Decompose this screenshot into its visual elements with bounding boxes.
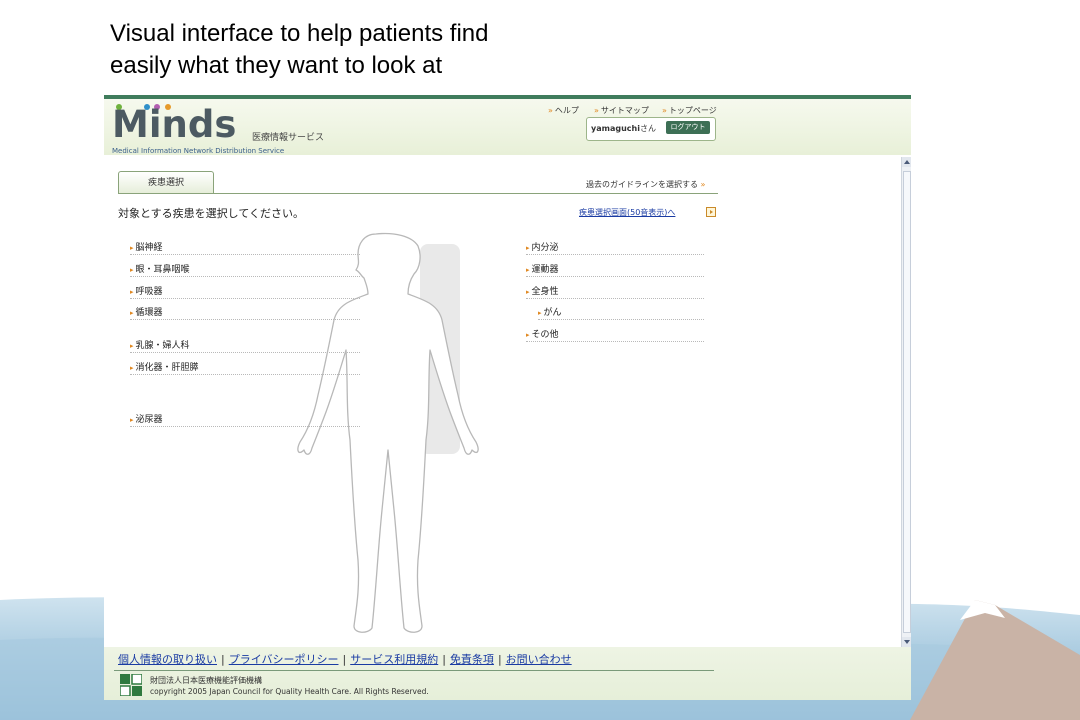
category-link-systemic[interactable]: ▸ 全身性	[526, 284, 704, 299]
tab-disease-selection[interactable]: 疾患選択	[118, 171, 214, 194]
footer-link-terms-of-service[interactable]: サービス利用規約	[350, 653, 438, 666]
header-nav: » ヘルプ » サイトマップ » トップページ	[544, 105, 911, 117]
triangle-arrow-icon: ▸	[538, 309, 542, 317]
category-link-respiratory[interactable]: ▸ 呼吸器	[130, 284, 360, 299]
category-link-other[interactable]: ▸ その他	[526, 327, 704, 342]
footer-rule	[114, 670, 714, 671]
user-greeting: yamaguchiさん	[591, 124, 656, 133]
category-link-urology[interactable]: ▸ 泌尿器	[130, 412, 360, 427]
double-chevron-icon: »	[662, 106, 667, 115]
double-chevron-icon: »	[548, 106, 553, 115]
minds-page-screenshot: Minds 医療情報サービス Medical Information Netwo…	[104, 95, 911, 700]
triangle-arrow-icon: ▸	[130, 309, 134, 317]
triangle-arrow-icon: ▸	[130, 288, 134, 296]
footer-links: 個人情報の取り扱い | プライバシーポリシー | サービス利用規約 | 免責条項 | お問い合わ…	[118, 653, 572, 666]
tab-divider	[118, 193, 718, 194]
triangle-arrow-icon: ▸	[130, 244, 134, 252]
nav-help-link[interactable]: » ヘルプ	[548, 105, 579, 116]
footer-link-disclaimer[interactable]: 免責条項	[450, 653, 494, 666]
org-logo-icon	[120, 674, 142, 696]
slide-caption: Visual interface to help patients find e…	[110, 18, 710, 82]
logout-button[interactable]: ログアウト	[666, 121, 710, 134]
slide-caption-line-2: easily what they want to look at	[110, 52, 443, 79]
triangle-arrow-icon: ▸	[130, 364, 134, 372]
scroll-down-icon[interactable]	[902, 637, 911, 647]
slide-caption-line-1: Visual interface to help patients find	[110, 20, 489, 47]
triangle-arrow-icon: ▸	[130, 416, 134, 424]
logo-text: Minds	[112, 103, 237, 146]
triangle-arrow-icon: ▸	[526, 266, 530, 274]
triangle-arrow-icon: ▸	[526, 288, 530, 296]
footer-link-contact[interactable]: お問い合わせ	[506, 653, 572, 666]
footer-link-privacy-policy[interactable]: プライバシーポリシー	[229, 653, 339, 666]
footer-link-personal-info[interactable]: 個人情報の取り扱い	[118, 653, 217, 666]
arrow-box-icon[interactable]	[706, 207, 716, 217]
category-link-musculoskeletal[interactable]: ▸ 運動器	[526, 262, 704, 277]
org-name: 財団法人日本医療機能評価機構	[150, 676, 262, 685]
category-link-circulatory[interactable]: ▸ 循環器	[130, 305, 360, 320]
site-footer: 個人情報の取り扱い | プライバシーポリシー | サービス利用規約 | 免責条項 | お問い合わ…	[104, 647, 911, 700]
category-link-endocrine[interactable]: ▸ 内分泌	[526, 240, 704, 255]
minds-logo[interactable]: Minds 医療情報サービス Medical Information Netwo…	[112, 103, 342, 157]
copyright-text: copyright 2005 Japan Council for Quality…	[150, 687, 429, 696]
syllabary-list-link[interactable]: 疾患選択画面(50音表示)へ	[579, 207, 675, 218]
site-header: Minds 医療情報サービス Medical Information Netwo…	[104, 99, 911, 155]
scrollbar-thumb[interactable]	[903, 171, 911, 633]
triangle-arrow-icon: ▸	[130, 266, 134, 274]
double-chevron-icon: »	[700, 180, 706, 189]
double-chevron-icon: »	[594, 106, 599, 115]
category-link-neurology[interactable]: ▸ 脳神経	[130, 240, 360, 255]
category-link-digestive[interactable]: ▸ 消化器・肝胆膵	[130, 360, 360, 375]
scroll-up-icon[interactable]	[902, 157, 911, 167]
category-link-eye-ent[interactable]: ▸ 眼・耳鼻咽喉	[130, 262, 360, 277]
past-guideline-link[interactable]: 過去のガイドラインを選択する »	[586, 179, 705, 190]
triangle-arrow-icon: ▸	[526, 331, 530, 339]
user-box: yamaguchiさん ログアウト	[586, 117, 716, 141]
triangle-arrow-icon: ▸	[526, 244, 530, 252]
category-link-cancer[interactable]: ▸ がん	[538, 305, 704, 320]
logo-subtitle: 医療情報サービス	[252, 133, 325, 143]
vertical-scrollbar[interactable]	[901, 157, 911, 647]
category-link-breast-gynecology[interactable]: ▸ 乳腺・婦人科	[130, 338, 360, 353]
nav-sitemap-link[interactable]: » サイトマップ	[594, 105, 649, 116]
nav-top-page-link[interactable]: » トップページ	[662, 105, 717, 116]
instruction-text: 対象とする疾患を選択してください。	[118, 207, 305, 220]
triangle-arrow-icon: ▸	[130, 342, 134, 350]
logo-tagline: Medical Information Network Distribution…	[112, 147, 285, 155]
